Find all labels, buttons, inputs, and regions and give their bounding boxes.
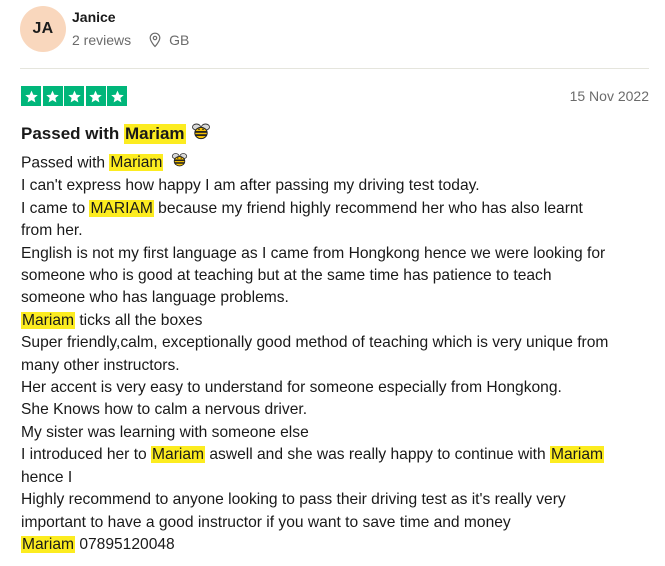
reviewer-meta: 2 reviews GB	[72, 32, 189, 48]
reviewer-country: GB	[169, 32, 190, 48]
review-body: Passed with Mariam I can't express how h…	[21, 151, 653, 556]
review-line: from her.	[21, 222, 83, 240]
review-line: She Knows how to calm a nervous driver.	[21, 401, 308, 419]
highlight: MARIAM	[89, 199, 154, 217]
review-line: I came to MARIAM because my friend highl…	[21, 198, 653, 220]
review-line: Her accent is very easy to understand fo…	[21, 379, 562, 397]
text: ticks all the boxes	[74, 311, 203, 329]
review-line: I can't express how happy I am after pas…	[21, 177, 480, 195]
review-line: Passed with Mariam	[21, 151, 653, 175]
title-highlight: Mariam	[123, 123, 186, 144]
avatar[interactable]: JA	[20, 6, 66, 52]
highlight: Mariam	[151, 446, 206, 464]
text: because my friend highly recommend her w…	[153, 199, 583, 217]
title-text: Passed with	[21, 123, 124, 143]
review-line: someone who is good at teaching but at t…	[21, 267, 552, 285]
reviewer-name[interactable]: Janice	[72, 9, 116, 25]
highlight: Mariam	[109, 154, 164, 172]
review-line: I introduced her to Mariam aswell and sh…	[21, 444, 653, 466]
review-title[interactable]: Passed with Mariam	[21, 121, 211, 146]
review-line: Super friendly,calm, exceptionally good …	[21, 334, 609, 352]
star-icon	[21, 86, 41, 106]
review-line: hence I	[21, 468, 73, 486]
text: Passed with	[21, 154, 110, 172]
review-date: 15 Nov 2022	[569, 88, 649, 104]
highlight: Mariam	[21, 311, 75, 329]
review-line: My sister was learning with someone else	[21, 423, 309, 441]
star-icon	[107, 86, 127, 106]
location-pin-icon	[148, 32, 162, 48]
text: 07895120048	[74, 535, 175, 553]
star-rating	[21, 86, 129, 106]
star-icon	[64, 86, 84, 106]
review-line: Mariam ticks all the boxes	[21, 310, 653, 332]
review-line: many other instructors.	[21, 356, 180, 374]
bee-emoji-icon	[171, 151, 188, 175]
bee-emoji-icon	[191, 121, 211, 146]
highlight: Mariam	[550, 446, 604, 464]
reviews-count: 2 reviews	[72, 32, 132, 48]
review-line: Mariam 07895120048	[21, 534, 653, 556]
divider	[20, 68, 649, 69]
text: I came to	[21, 199, 90, 217]
review-line: important to have a good instructor if y…	[21, 513, 511, 531]
review-card: JA Janice 2 reviews GB 15 Nov 2022 Passe…	[0, 0, 665, 566]
highlight: Mariam	[21, 535, 75, 553]
star-icon	[85, 86, 106, 106]
text: I introduced her to	[21, 446, 152, 464]
review-line: Highly recommend to anyone looking to pa…	[21, 491, 566, 509]
text: aswell and she was really happy to conti…	[205, 446, 551, 464]
review-line: someone who has language problems.	[21, 289, 289, 307]
review-line: English is not my first language as I ca…	[21, 244, 606, 262]
star-icon	[42, 86, 63, 106]
